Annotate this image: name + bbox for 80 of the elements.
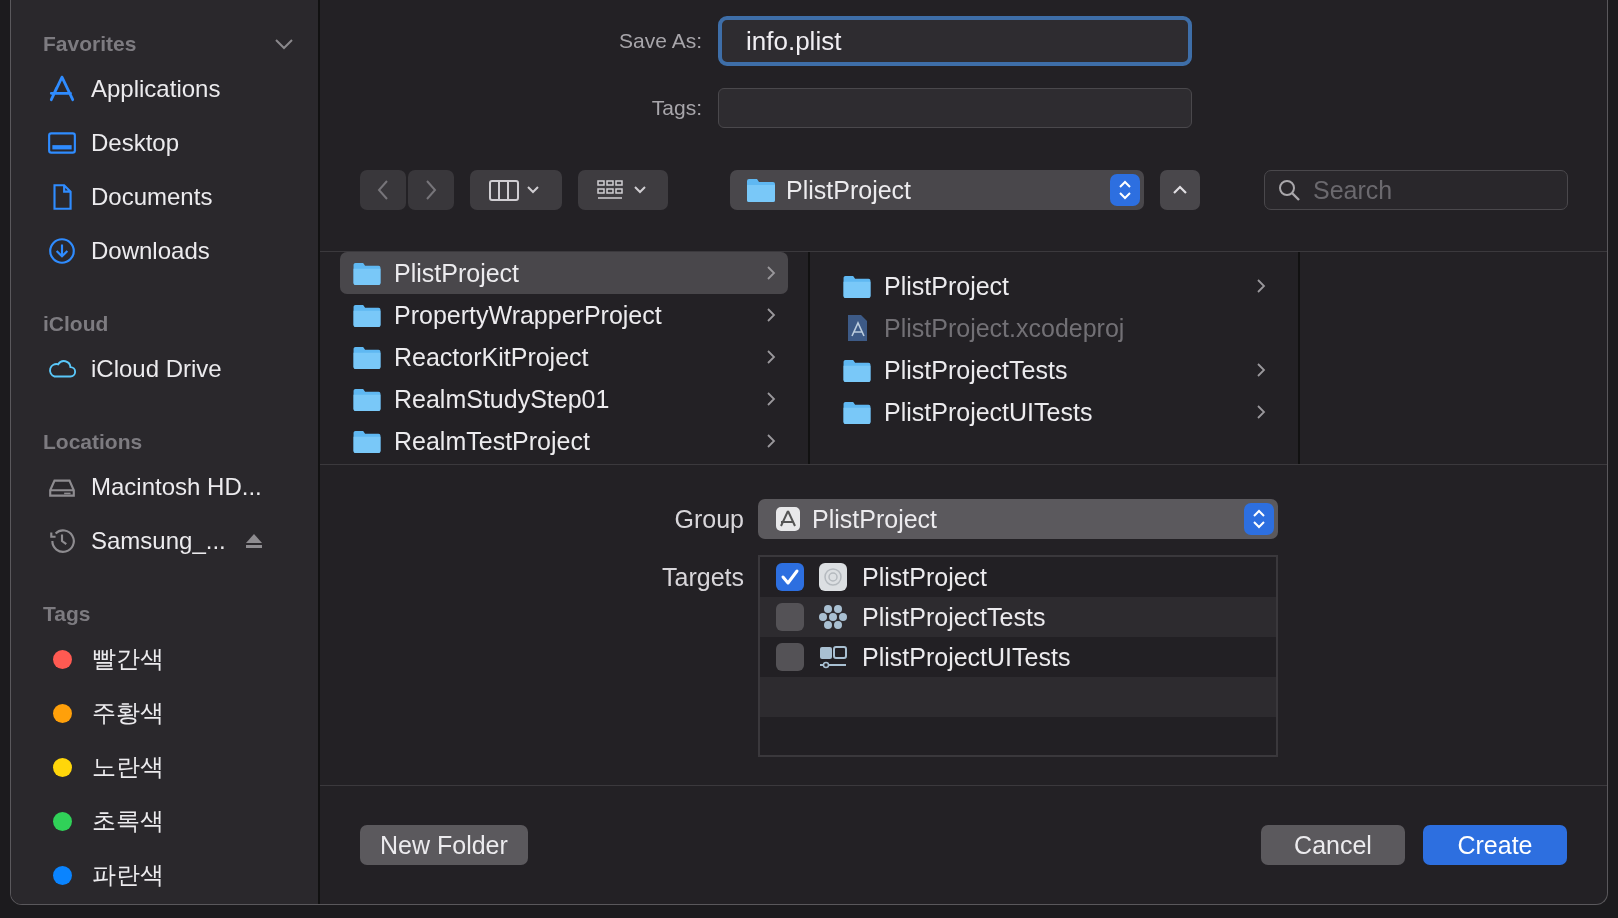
- folder-icon: [352, 386, 382, 412]
- stepper-icon: [1110, 174, 1140, 206]
- chevron-right-icon: [424, 179, 438, 201]
- target-name: PlistProject: [862, 562, 988, 592]
- checkmark-icon: [779, 567, 801, 587]
- save-as-label: Save As:: [618, 29, 703, 53]
- folder-icon: [352, 428, 382, 454]
- sidebar-item[interactable]: Documents: [43, 170, 318, 224]
- sidebar-item[interactable]: 파란색: [43, 848, 318, 902]
- new-folder-button[interactable]: New Folder: [360, 825, 528, 865]
- app-store-icon: [774, 505, 802, 533]
- checkbox[interactable]: [776, 603, 804, 631]
- sidebar-item[interactable]: iCloud Drive: [43, 342, 318, 396]
- sidebar-item[interactable]: 빨간색: [43, 632, 318, 686]
- checkbox[interactable]: [776, 643, 804, 671]
- column-view-button[interactable]: [470, 170, 562, 210]
- tags-field[interactable]: [718, 88, 1192, 128]
- targets-label: Targets: [661, 563, 745, 592]
- search-icon: [1277, 178, 1301, 202]
- checkbox[interactable]: [776, 563, 804, 591]
- file-row[interactable]: PlistProjectTests: [830, 349, 1278, 391]
- sidebar-item[interactable]: 노란색: [43, 740, 318, 794]
- eject-icon[interactable]: [243, 532, 264, 550]
- app-store-icon: [47, 74, 77, 104]
- chevron-down-icon[interactable]: [274, 38, 294, 50]
- icon-view-button[interactable]: [578, 170, 668, 210]
- folder-icon: [842, 273, 872, 299]
- file-row[interactable]: ReactorKitProject: [340, 336, 788, 378]
- collapse-button[interactable]: [1160, 170, 1200, 210]
- download-icon: [47, 236, 77, 266]
- section-heading: Locations: [43, 430, 143, 454]
- group-popup[interactable]: PlistProject: [758, 499, 1278, 539]
- app-icon: [818, 562, 848, 592]
- sidebar-item[interactable]: Desktop: [43, 116, 318, 170]
- file-row[interactable]: PropertyWrapperProject: [340, 294, 788, 336]
- forward-button[interactable]: [408, 170, 454, 210]
- file-row[interactable]: PlistProjectUITests: [830, 391, 1278, 433]
- chevron-right-icon: [1256, 362, 1266, 378]
- search-field[interactable]: Search: [1264, 170, 1568, 210]
- sidebar-item[interactable]: Downloads: [43, 224, 318, 278]
- file-row[interactable]: RealmTestProject: [340, 420, 788, 462]
- sidebar-item[interactable]: 초록색: [43, 794, 318, 848]
- folder-icon: [352, 260, 382, 286]
- file-row[interactable]: PlistProject: [340, 252, 788, 294]
- file-row[interactable]: RealmStudyStep01: [340, 378, 788, 420]
- back-button[interactable]: [360, 170, 406, 210]
- folder-icon: [842, 357, 872, 383]
- chevron-right-icon: [766, 433, 776, 449]
- search-input[interactable]: Search: [1311, 174, 1535, 206]
- chevron-right-icon: [766, 307, 776, 323]
- sidebar-item[interactable]: 주황색: [43, 686, 318, 740]
- create-button[interactable]: Create: [1423, 825, 1567, 865]
- chevron-up-icon: [1172, 184, 1188, 196]
- chevron-right-icon: [1256, 404, 1266, 420]
- sidebar-item[interactable]: Macintosh HD...: [43, 460, 318, 514]
- target-name: PlistProjectTests: [862, 602, 1046, 632]
- section-heading: iCloud: [43, 312, 109, 336]
- cancel-button[interactable]: Cancel: [1261, 825, 1405, 865]
- stepper-icon: [1244, 503, 1274, 535]
- location-popup[interactable]: PlistProject: [730, 170, 1144, 210]
- section-heading: Tags: [43, 602, 91, 626]
- folder-icon: [352, 344, 382, 370]
- chevron-left-icon: [376, 179, 390, 201]
- clock-icon: [47, 526, 77, 556]
- chevron-right-icon: [766, 349, 776, 365]
- target-name: PlistProjectUITests: [862, 642, 1071, 672]
- chevron-right-icon: [766, 265, 776, 281]
- sidebar-item[interactable]: Applications: [43, 62, 318, 116]
- group-label: Group: [673, 504, 745, 534]
- section-heading: Favorites: [43, 32, 137, 56]
- dots-icon: [818, 602, 848, 632]
- chevron-right-icon: [766, 391, 776, 407]
- chevron-right-icon: [1256, 278, 1266, 294]
- folder-icon: [352, 302, 382, 328]
- sidebar-item[interactable]: Samsung_...: [43, 514, 318, 568]
- folder-icon: [746, 177, 776, 203]
- tags-label: Tags:: [650, 96, 703, 120]
- file-row[interactable]: PlistProject: [830, 265, 1278, 307]
- folder-icon: [842, 399, 872, 425]
- file-name-field[interactable]: info.plist: [718, 16, 1192, 66]
